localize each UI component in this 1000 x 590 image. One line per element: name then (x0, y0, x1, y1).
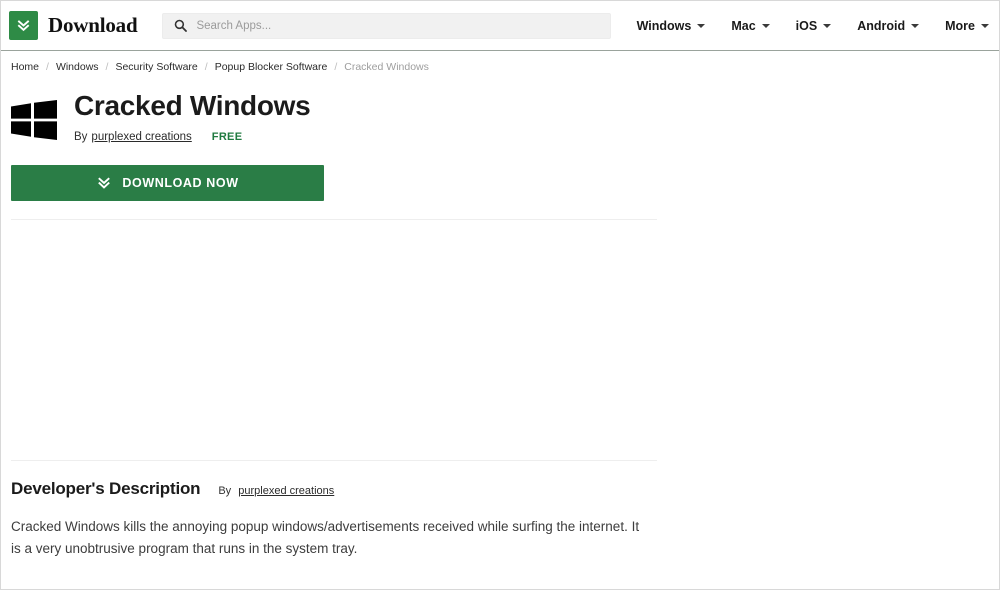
app-header: Cracked Windows By purplexed creations F… (11, 90, 999, 143)
primary-nav: Windows Mac iOS Android More (611, 19, 989, 33)
nav-label: iOS (795, 18, 818, 33)
double-chevron-down-icon (9, 11, 38, 40)
site-header: Download Windows Mac iOS (1, 1, 999, 51)
app-byline: By purplexed creations FREE (74, 131, 310, 143)
page-title: Cracked Windows (74, 90, 311, 121)
by-label: By (74, 130, 88, 143)
breadcrumb-item-current: Cracked Windows (344, 61, 429, 73)
nav-item-android[interactable]: Android (857, 18, 920, 33)
download-now-label: DOWNLOAD NOW (122, 175, 239, 190)
chevron-down-icon (761, 23, 770, 28)
description-header: Developer's Description By purplexed cre… (11, 479, 999, 499)
search-input[interactable] (196, 19, 610, 32)
nav-item-more[interactable]: More (945, 19, 989, 33)
by-label: By (218, 484, 232, 497)
chevron-down-icon (697, 23, 706, 28)
chevron-down-icon (911, 23, 920, 28)
main-content: Cracked Windows By purplexed creations F… (1, 90, 999, 560)
breadcrumb-separator: / (204, 61, 208, 73)
media-gallery-placeholder (11, 219, 657, 460)
windows-logo-icon (11, 100, 57, 140)
download-now-button[interactable]: DOWNLOAD NOW (11, 164, 324, 201)
breadcrumb: Home / Windows / Security Software / Pop… (1, 51, 999, 83)
app-meta: Cracked Windows By purplexed creations F… (74, 90, 311, 143)
chevron-down-icon (981, 23, 989, 28)
nav-item-ios[interactable]: iOS (796, 19, 832, 33)
author-link[interactable]: purplexed creations (91, 131, 191, 143)
double-chevron-down-icon (96, 175, 112, 191)
price-badge: FREE (211, 130, 243, 143)
nav-item-windows[interactable]: Windows (637, 19, 706, 33)
author-link[interactable]: purplexed creations (238, 485, 334, 497)
search-box[interactable] (162, 12, 611, 39)
chevron-down-icon (823, 23, 832, 28)
breadcrumb-item-popup-blocker-software[interactable]: Popup Blocker Software (215, 61, 328, 73)
breadcrumb-item-security-software[interactable]: Security Software (115, 61, 197, 73)
page-root: Download Windows Mac iOS (0, 0, 1000, 590)
nav-label: Windows (636, 18, 692, 33)
nav-label: Android (857, 18, 906, 33)
description-heading: Developer's Description (11, 478, 201, 498)
section-divider-bottom (11, 459, 657, 461)
nav-item-mac[interactable]: Mac (731, 18, 770, 33)
breadcrumb-separator: / (334, 61, 338, 73)
nav-label: More (945, 18, 975, 33)
nav-label: Mac (731, 18, 756, 33)
breadcrumb-item-windows[interactable]: Windows (56, 61, 99, 73)
breadcrumb-item-home[interactable]: Home (11, 61, 39, 73)
search-icon (173, 19, 187, 33)
brand-name: Download (48, 13, 138, 37)
breadcrumb-separator: / (46, 61, 49, 73)
description-byline: By purplexed creations (218, 485, 334, 497)
breadcrumb-separator: / (105, 61, 109, 73)
description-body: Cracked Windows kills the annoying popup… (11, 518, 640, 556)
brand-logo[interactable]: Download (9, 11, 138, 40)
